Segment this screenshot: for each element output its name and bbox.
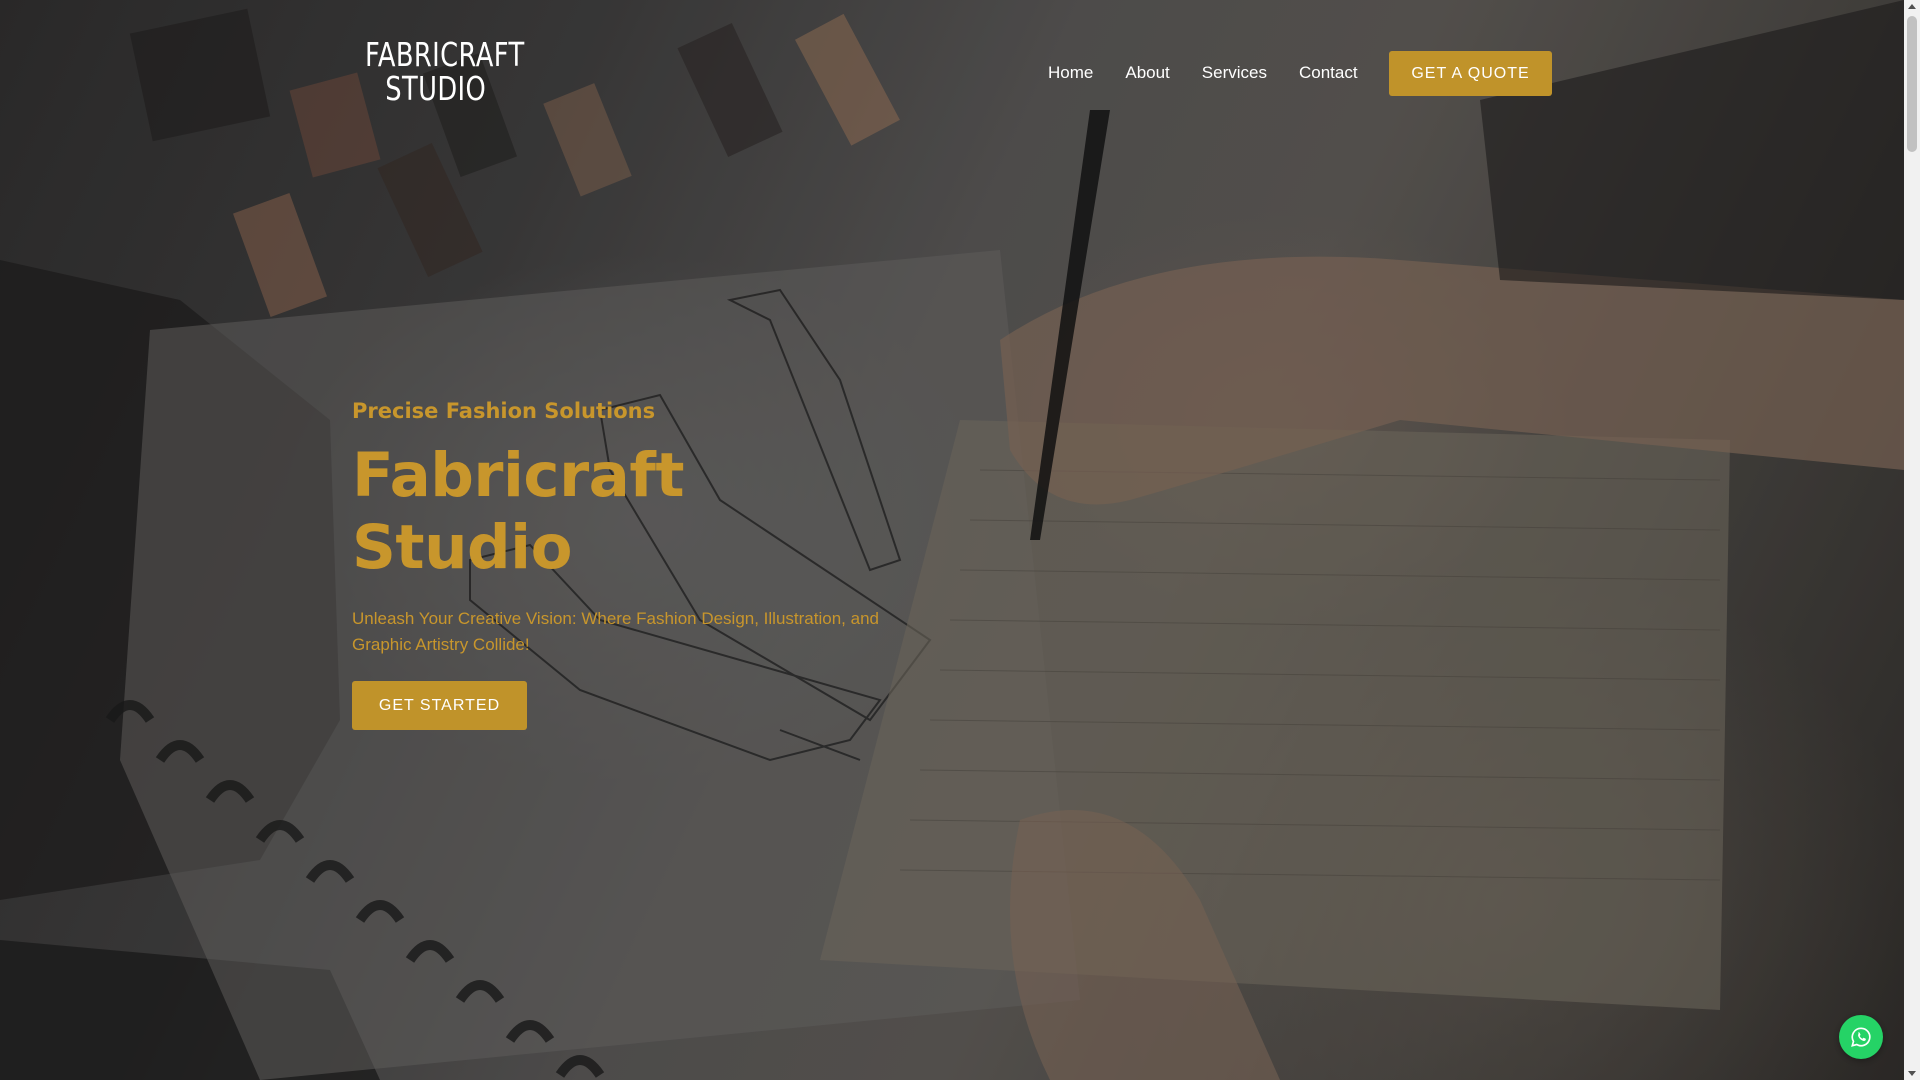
hero-title: Fabricraft Studio [352,440,685,583]
whatsapp-icon [1851,1027,1871,1047]
logo-name-line2: STUDIO [385,69,487,108]
page-scrollbar[interactable] [1904,0,1920,1080]
get-started-button[interactable]: GET STARTED [352,681,527,730]
scrollbar-thumb[interactable] [1907,16,1917,152]
logo-wordmark: FABRICRAFT STUDIO [365,38,525,106]
main-nav: Home About Services Contact [1048,60,1390,86]
nav-link-contact[interactable]: Contact [1299,60,1358,86]
hero-content: Precise Fashion Solutions Fabricraft Stu… [352,396,912,658]
get-a-quote-button[interactable]: GET A QUOTE [1389,51,1552,96]
scroll-down-arrow-icon[interactable] [1908,1071,1916,1076]
hero-subtitle: Unleash Your Creative Vision: Where Fash… [352,609,879,654]
hero-tagline: Precise Fashion Solutions [352,399,656,423]
scroll-up-arrow-icon[interactable] [1908,4,1916,9]
whatsapp-chat-button[interactable] [1839,1015,1883,1059]
hero-section: FABRICRAFT STUDIO Home About Services Co… [0,0,1904,1080]
nav-link-about[interactable]: About [1125,60,1169,86]
nav-link-services[interactable]: Services [1202,60,1267,86]
logo-name-line1: FABRICRAFT [365,35,525,74]
nav-link-home[interactable]: Home [1048,60,1093,86]
site-logo[interactable]: FABRICRAFT STUDIO [363,34,548,110]
hero-dark-overlay [0,0,1904,1080]
